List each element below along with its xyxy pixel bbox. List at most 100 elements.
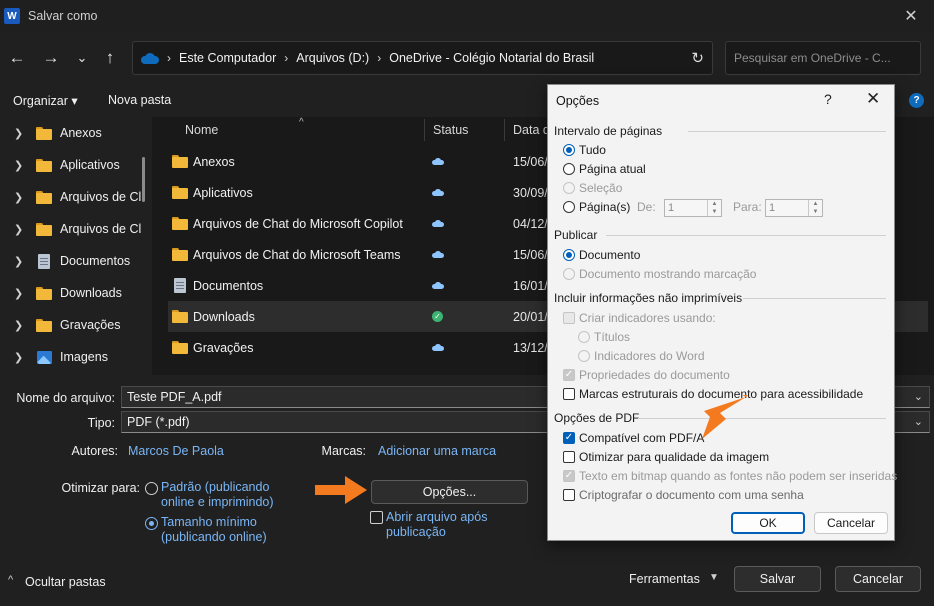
file-date: 30/09/ (513, 185, 548, 200)
stepper-arrows-icon[interactable]: ▲ ▼ (707, 200, 721, 216)
column-header-date[interactable]: Data d (513, 117, 550, 143)
sidebar-item-arquivos-copilot[interactable]: ❯ Arquivos de Cl (0, 181, 150, 213)
dialog-ok-button[interactable]: OK (731, 512, 805, 534)
expand-chevron-icon[interactable]: ❯ (14, 159, 28, 172)
from-label: De: (637, 200, 656, 214)
breadcrumb-drive-d[interactable]: Arquivos (D:) (296, 51, 369, 65)
expand-chevron-icon[interactable]: ❯ (14, 255, 28, 268)
expand-chevron-icon[interactable]: ❯ (14, 223, 28, 236)
file-date: 13/12/ (513, 340, 548, 355)
optimize-image-label[interactable]: Otimizar para qualidade da imagem (579, 450, 769, 464)
window-close-button[interactable]: ✕ (888, 0, 934, 32)
range-all-label[interactable]: Tudo (579, 143, 606, 157)
cloud-status-icon (432, 158, 444, 165)
add-tag-link[interactable]: Adicionar uma marca (378, 444, 496, 458)
tools-menu-button[interactable]: Ferramentas (629, 572, 700, 586)
optimize-standard-label[interactable]: Padrão (publicando online e imprimindo) (161, 480, 274, 510)
chevron-down-icon[interactable]: ⌄ (914, 390, 923, 403)
expand-chevron-icon[interactable]: ❯ (14, 191, 28, 204)
forward-arrow-icon[interactable]: → (40, 46, 62, 70)
open-after-publish-checkbox[interactable] (370, 511, 383, 524)
expand-chevron-icon[interactable]: ❯ (14, 351, 28, 364)
range-pages-label[interactable]: Página(s) (579, 200, 630, 214)
open-after-publish-label[interactable]: Abrir arquivo após publicação (386, 510, 487, 540)
column-divider[interactable] (424, 119, 425, 141)
structure-tags-checkbox[interactable] (563, 388, 575, 400)
encrypt-label[interactable]: Criptografar o documento com uma senha (579, 488, 804, 502)
encrypt-checkbox[interactable] (563, 489, 575, 501)
sidebar-scrollbar[interactable] (142, 157, 145, 202)
sidebar-item-aplicativos[interactable]: ❯ Aplicativos (0, 149, 150, 181)
search-input[interactable]: Pesquisar em OneDrive - C... (725, 41, 921, 75)
expand-chevron-icon[interactable]: ❯ (14, 127, 28, 140)
cloud-status-icon (432, 189, 444, 196)
sort-ascending-icon: ^ (299, 117, 304, 128)
optimize-minimum-radio[interactable] (145, 517, 158, 530)
range-pages-radio[interactable] (563, 201, 575, 213)
dialog-help-icon[interactable]: ? (824, 91, 832, 107)
sidebar-item-downloads[interactable]: ❯ Downloads (0, 277, 150, 309)
sidebar-item-documentos[interactable]: ❯ Documentos (0, 245, 150, 277)
bitmap-text-checkbox[interactable]: ✓ (563, 470, 575, 482)
save-button[interactable]: Salvar (734, 566, 821, 592)
authors-value[interactable]: Marcos De Paola (128, 444, 224, 458)
hide-folders-button[interactable]: Ocultar pastas (25, 575, 106, 589)
folder-icon (36, 126, 52, 140)
bitmap-text-label: Texto em bitmap quando as fontes não pod… (579, 469, 898, 483)
sidebar-item-label: Arquivos de Cl (60, 222, 142, 236)
tools-caret-down-icon[interactable]: ▼ (709, 572, 719, 583)
pdfa-compliant-checkbox[interactable]: ✓ (563, 432, 575, 444)
address-bar[interactable]: › Este Computador › Arquivos (D:) › OneD… (132, 41, 713, 75)
breadcrumb-onedrive[interactable]: OneDrive - Colégio Notarial do Brasil (389, 51, 594, 65)
expand-chevron-icon[interactable]: ❯ (14, 287, 28, 300)
bookmarks-word-radio[interactable] (578, 350, 590, 362)
cloud-status-icon (432, 344, 444, 351)
stepper-arrows-icon[interactable]: ▲ ▼ (808, 200, 822, 216)
orange-pointer-arrow-icon (315, 476, 367, 504)
to-page-stepper[interactable]: 1 ▲ ▼ (765, 199, 823, 217)
column-divider[interactable] (504, 119, 505, 141)
up-arrow-icon[interactable]: ↑ (99, 46, 121, 70)
dialog-close-icon[interactable]: ✕ (866, 89, 880, 109)
options-button[interactable]: Opções... (371, 480, 528, 504)
from-page-stepper[interactable]: 1 ▲ ▼ (664, 199, 722, 217)
range-selection-radio[interactable] (563, 182, 575, 194)
back-arrow-icon[interactable]: ← (6, 46, 28, 70)
publish-document-radio[interactable] (563, 249, 575, 261)
sidebar-item-gravacoes[interactable]: ❯ Gravações (0, 309, 150, 341)
create-bookmarks-checkbox[interactable] (563, 312, 575, 324)
sidebar-item-label: Anexos (60, 126, 102, 140)
section-divider (743, 298, 886, 299)
dialog-cancel-button[interactable]: Cancelar (814, 512, 888, 534)
organize-menu-button[interactable]: Organizar ▾ (13, 93, 78, 108)
optimize-image-checkbox[interactable] (563, 451, 575, 463)
column-header-name[interactable]: Nome (185, 117, 218, 143)
sidebar-item-anexos[interactable]: ❯ Anexos (0, 117, 150, 149)
sidebar-item-label: Arquivos de Cl (60, 190, 142, 204)
pdfa-compliant-label[interactable]: Compatível com PDF/A (579, 431, 704, 445)
cancel-button[interactable]: Cancelar (835, 566, 921, 592)
sidebar-item-label: Documentos (60, 254, 131, 268)
sidebar-item-imagens[interactable]: ❯ Imagens (0, 341, 150, 373)
column-header-status[interactable]: Status (433, 117, 468, 143)
document-properties-checkbox[interactable]: ✓ (563, 369, 575, 381)
expand-chevron-icon[interactable]: ❯ (14, 319, 28, 332)
breadcrumb-this-pc[interactable]: Este Computador (179, 51, 276, 65)
bookmarks-headings-radio[interactable] (578, 331, 590, 343)
publish-markup-radio[interactable] (563, 268, 575, 280)
publish-document-label[interactable]: Documento (579, 248, 640, 262)
optimize-minimum-label[interactable]: Tamanho mínimo (publicando online) (161, 515, 267, 545)
chevron-down-icon[interactable]: ⌄ (914, 415, 923, 428)
help-icon[interactable]: ? (909, 93, 924, 108)
optimize-standard-radio[interactable] (145, 482, 158, 495)
title-bar: W Salvar como ✕ (0, 0, 934, 32)
range-current-label[interactable]: Página atual (579, 162, 646, 176)
cloud-status-icon (432, 251, 444, 258)
range-all-radio[interactable] (563, 144, 575, 156)
new-folder-button[interactable]: Nova pasta (108, 93, 171, 107)
refresh-icon[interactable]: ↻ (691, 49, 704, 67)
range-current-radio[interactable] (563, 163, 575, 175)
sidebar-item-arquivos-teams[interactable]: ❯ Arquivos de Cl (0, 213, 150, 245)
recent-locations-chevron-icon[interactable]: ⌄ (71, 46, 93, 70)
collapse-chevron-up-icon[interactable]: ^ (8, 574, 13, 586)
